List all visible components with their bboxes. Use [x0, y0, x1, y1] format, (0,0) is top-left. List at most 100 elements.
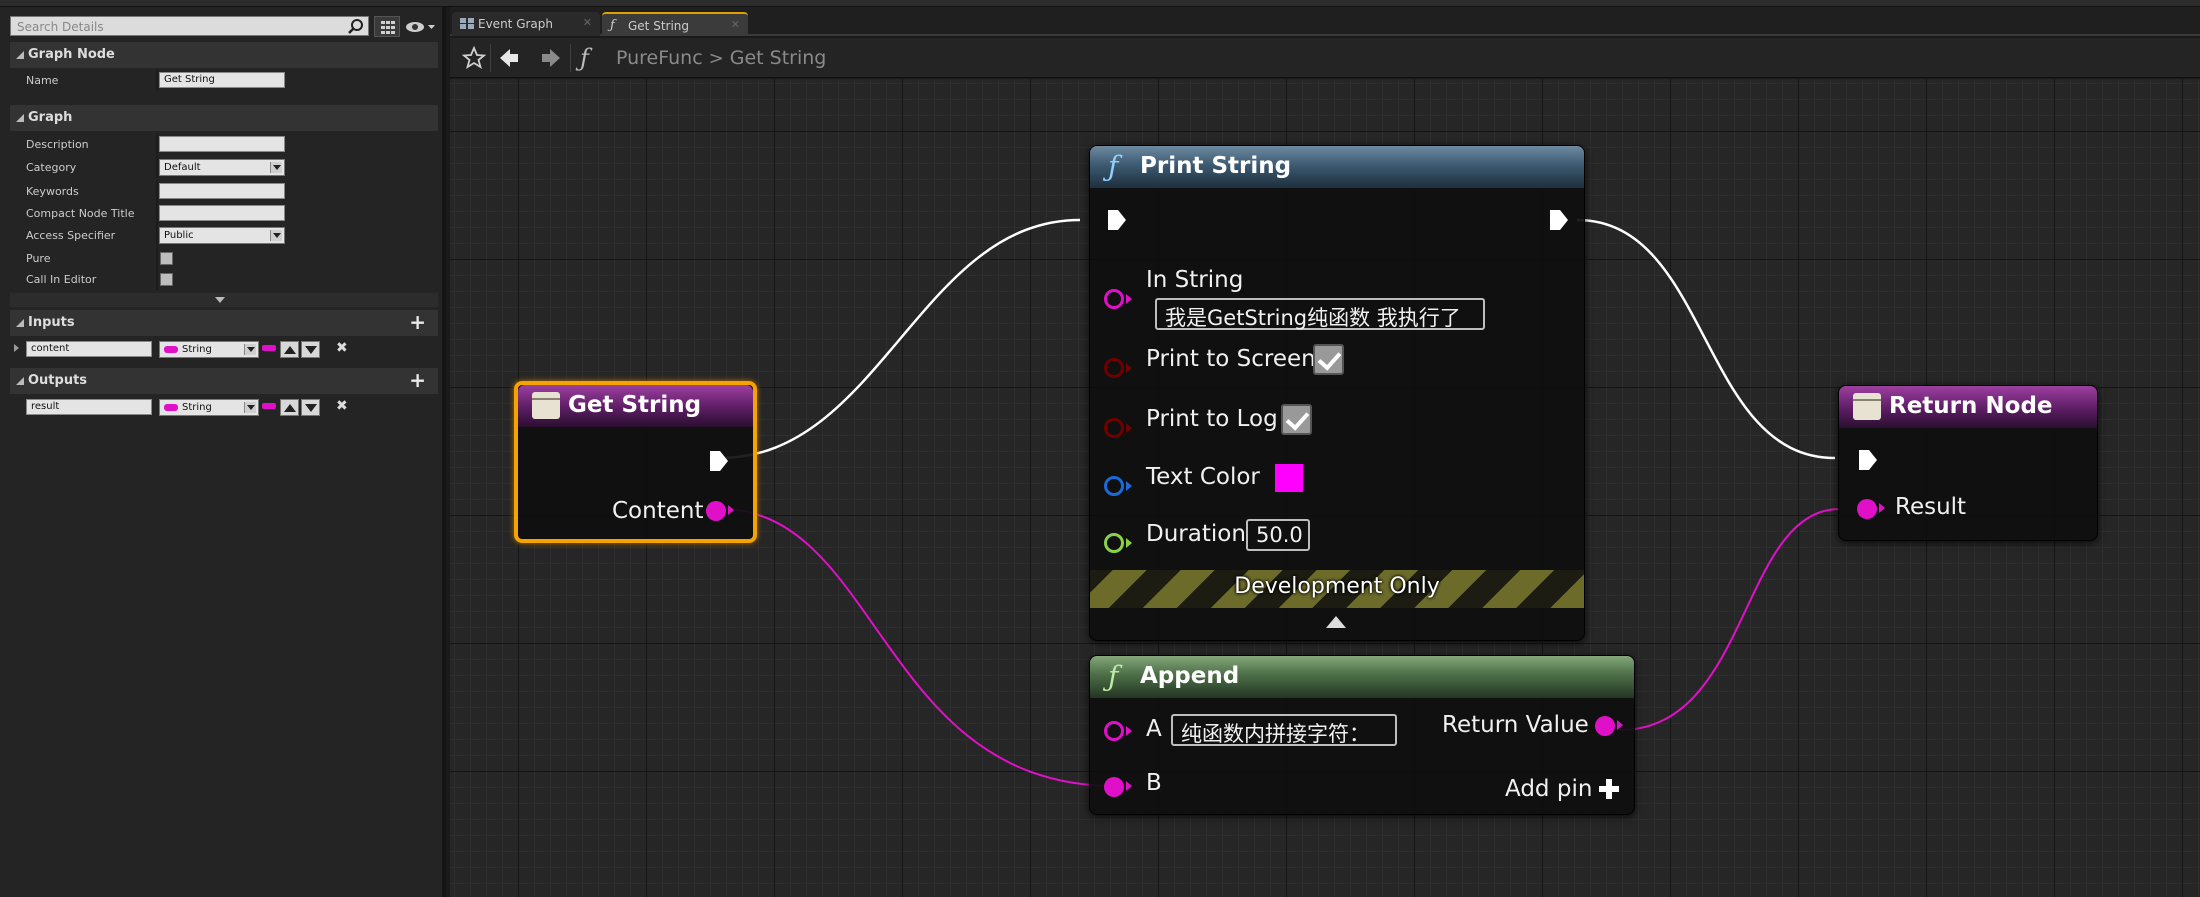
- b-pin[interactable]: [1104, 777, 1132, 797]
- tab-event-graph[interactable]: Event Graph ✕: [452, 12, 600, 36]
- description-field[interactable]: [159, 136, 285, 152]
- move-down-button[interactable]: [301, 341, 320, 358]
- plus-icon[interactable]: [1598, 778, 1620, 800]
- node-header[interactable]: ƒ Print String: [1090, 146, 1584, 188]
- name-field[interactable]: Get String: [159, 72, 285, 88]
- node-get-string[interactable]: Get String Content: [514, 381, 757, 543]
- column-divider[interactable]: [156, 224, 158, 246]
- move-up-button[interactable]: [280, 341, 299, 358]
- exec-out-pin-icon[interactable]: [708, 449, 730, 473]
- a-pin[interactable]: [1104, 721, 1132, 741]
- a-field[interactable]: 纯函数内拼接字符：: [1171, 714, 1397, 746]
- pure-checkbox[interactable]: [160, 252, 173, 265]
- close-icon[interactable]: ✕: [731, 18, 740, 31]
- column-divider[interactable]: [156, 156, 158, 178]
- node-return[interactable]: Return Node Result: [1838, 385, 2098, 541]
- print-to-log-checkbox[interactable]: [1281, 404, 1312, 435]
- keywords-field[interactable]: [159, 183, 285, 199]
- dropdown-value: Default: [164, 162, 201, 173]
- output-pin-row: result String ✖: [10, 395, 438, 419]
- in-string-pin[interactable]: [1104, 289, 1132, 309]
- column-divider[interactable]: [156, 69, 158, 91]
- add-input-button[interactable]: +: [409, 312, 426, 332]
- top-strip: [0, 0, 2200, 7]
- text-color-swatch[interactable]: [1273, 462, 1305, 494]
- prop-label: Keywords: [26, 185, 79, 198]
- pin-arrow-icon: [728, 505, 734, 515]
- prop-description: Description: [10, 133, 438, 155]
- search-icon[interactable]: [347, 18, 365, 35]
- input-pin-type-dropdown[interactable]: String: [159, 341, 259, 358]
- category-dropdown[interactable]: Default: [159, 159, 285, 176]
- details-search-input[interactable]: Search Details: [10, 16, 369, 36]
- exec-in-pin-icon[interactable]: [1857, 448, 1879, 472]
- print-to-screen-checkbox[interactable]: [1313, 344, 1344, 375]
- prop-keywords: Keywords: [10, 180, 438, 202]
- remove-pin-button[interactable]: ✖: [336, 340, 348, 356]
- section-outputs[interactable]: Outputs +: [10, 368, 438, 394]
- return-value-pin[interactable]: [1595, 716, 1623, 736]
- chevron-down-icon: [244, 402, 256, 413]
- graph-toolbar: ƒ PureFunc > Get String: [450, 38, 2200, 78]
- access-specifier-dropdown[interactable]: Public: [159, 227, 285, 244]
- column-divider[interactable]: [156, 202, 158, 224]
- container-type-button[interactable]: [262, 345, 276, 351]
- view-options-button[interactable]: [374, 16, 400, 37]
- eye-icon[interactable]: [403, 17, 437, 37]
- pin-arrow-icon: [1126, 294, 1132, 304]
- section-graph[interactable]: Graph: [10, 105, 438, 131]
- column-divider[interactable]: [156, 247, 158, 269]
- column-divider[interactable]: [156, 180, 158, 202]
- star-icon[interactable]: [462, 46, 486, 70]
- input-pin-name[interactable]: content: [26, 341, 152, 357]
- in-string-field[interactable]: 我是GetString纯函数 我执行了: [1155, 298, 1485, 330]
- node-print-string[interactable]: ƒ Print String In String 我是GetString纯函数 …: [1089, 145, 1585, 641]
- output-pin-name[interactable]: result: [26, 399, 152, 415]
- section-inputs[interactable]: Inputs +: [10, 310, 438, 336]
- add-output-button[interactable]: +: [409, 370, 426, 390]
- result-pin[interactable]: [1857, 499, 1885, 519]
- graph-canvas[interactable]: Get String Content ƒ Print String In Str…: [450, 79, 2200, 897]
- tab-label: Get String: [628, 19, 690, 33]
- advanced-expander[interactable]: [10, 293, 438, 307]
- node-header[interactable]: ƒ Append: [1090, 656, 1634, 698]
- duration-pin[interactable]: [1104, 533, 1132, 553]
- move-down-button[interactable]: [301, 399, 320, 416]
- move-up-button[interactable]: [280, 399, 299, 416]
- print-to-screen-pin[interactable]: [1104, 358, 1132, 378]
- details-search-row: Search Details: [10, 16, 435, 38]
- output-pin-type-dropdown[interactable]: String: [159, 399, 259, 416]
- content-pin[interactable]: [706, 501, 734, 521]
- duration-field[interactable]: 50.0: [1246, 519, 1310, 551]
- back-arrow-icon[interactable]: [498, 46, 522, 70]
- text-color-pin[interactable]: [1104, 476, 1132, 496]
- exec-out-pin-icon[interactable]: [1548, 208, 1570, 232]
- add-pin-label[interactable]: Add pin: [1505, 776, 1592, 802]
- print-to-log-pin[interactable]: [1104, 418, 1132, 438]
- close-icon[interactable]: ✕: [583, 16, 592, 29]
- toolbar-separator: [490, 44, 491, 72]
- blueprint-editor: Search Details Graph Node Name Get Strin…: [0, 0, 2200, 897]
- expand-arrow-icon[interactable]: [14, 344, 19, 352]
- tab-get-string[interactable]: ƒ Get String ✕: [602, 12, 748, 36]
- exec-wire[interactable]: [1576, 218, 1836, 460]
- section-graph-node[interactable]: Graph Node: [10, 42, 438, 68]
- string-wire[interactable]: [719, 508, 1116, 787]
- exec-wire[interactable]: [719, 218, 1081, 460]
- dropdown-value: Public: [164, 230, 194, 241]
- forward-arrow-icon[interactable]: [538, 46, 562, 70]
- remove-pin-button[interactable]: ✖: [336, 398, 348, 414]
- column-divider[interactable]: [156, 268, 158, 290]
- prop-label: Access Specifier: [26, 229, 116, 242]
- string-wire[interactable]: [1619, 508, 1841, 731]
- breadcrumb-root[interactable]: PureFunc: [616, 47, 703, 69]
- node-append[interactable]: ƒ Append A 纯函数内拼接字符： Return Value B Add …: [1089, 655, 1635, 815]
- compact-title-field[interactable]: [159, 205, 285, 221]
- container-type-button[interactable]: [262, 403, 276, 409]
- exec-in-pin-icon[interactable]: [1106, 208, 1128, 232]
- node-header[interactable]: Return Node: [1839, 386, 2097, 428]
- call-in-editor-checkbox[interactable]: [160, 273, 173, 286]
- column-divider[interactable]: [156, 133, 158, 155]
- node-header[interactable]: Get String: [518, 385, 753, 427]
- collapse-advanced-arrow-icon[interactable]: [1326, 616, 1346, 628]
